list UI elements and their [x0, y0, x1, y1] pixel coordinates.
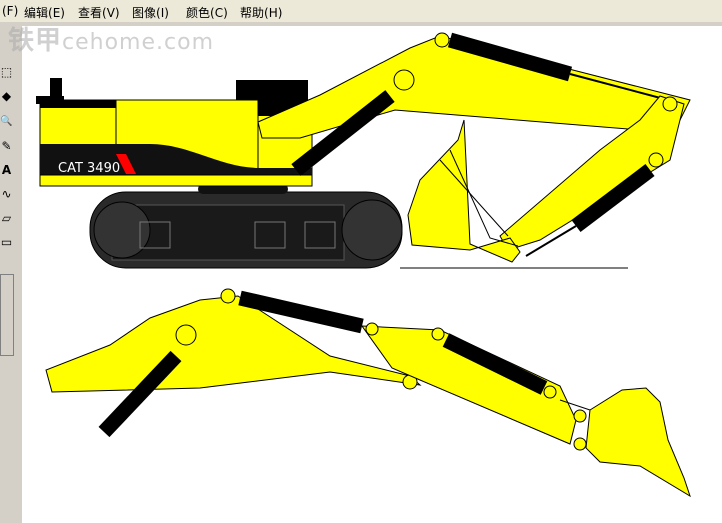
idler-wheel	[93, 201, 151, 259]
boom-pin	[393, 69, 415, 91]
excavator-drawing: CAT 3490	[36, 32, 691, 498]
body-skirt	[39, 174, 313, 187]
sprocket-wheel	[341, 199, 403, 261]
watermark: 铁甲cehome.com	[8, 20, 214, 57]
watermark-site: cehome.com	[62, 30, 214, 55]
bucket	[407, 119, 521, 263]
model-label: CAT 3490	[58, 161, 120, 176]
detail-link-pin	[543, 385, 557, 399]
boom-top-pin	[434, 32, 450, 48]
detail-bucket-pin	[573, 409, 587, 423]
exhaust-cap	[36, 96, 64, 104]
stick-lower-pin	[648, 152, 664, 168]
watermark-brand: 铁甲	[8, 26, 63, 56]
detail-stick-top-pin	[431, 327, 445, 341]
detail-boom	[45, 295, 422, 393]
detail-bucket	[585, 387, 691, 498]
detail-bucket-lower-pin	[573, 437, 587, 451]
stick-pin	[662, 96, 678, 112]
detail-boom-pin	[175, 324, 197, 346]
detail-stick-pin	[365, 322, 379, 336]
detail-boom-top-pin	[220, 288, 236, 304]
